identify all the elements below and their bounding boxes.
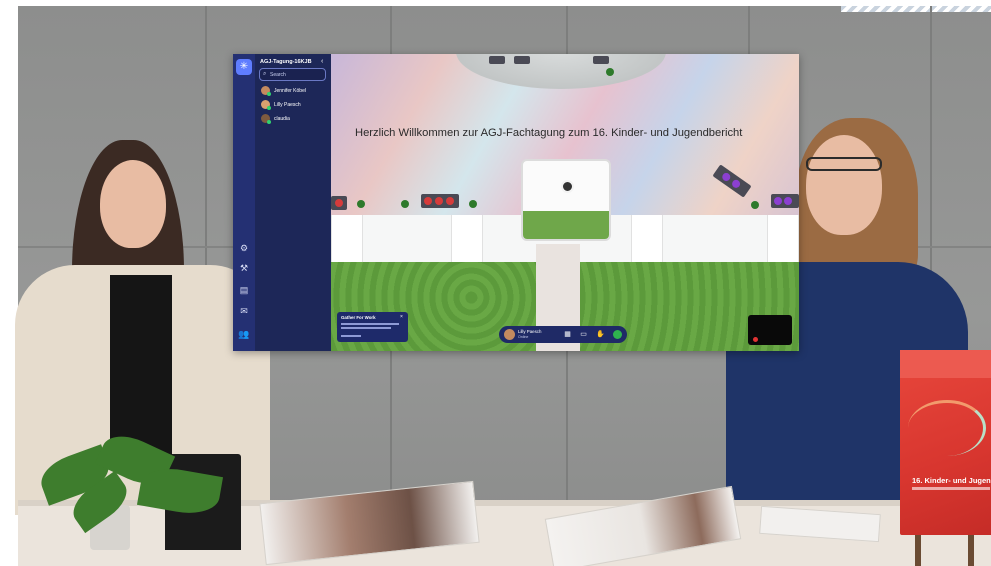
- pillar: [331, 215, 363, 262]
- seat: [446, 197, 454, 205]
- presentation-screen: ✳ ⚙ ⚒ ▤ ✉ 👥 AGJ-Tagung-16KJB ‹ ⌕ Search …: [233, 54, 799, 351]
- bench: [331, 196, 347, 210]
- presenter-left-top: [110, 275, 172, 455]
- presenter-left-face: [100, 160, 166, 248]
- pillar: [451, 215, 483, 262]
- plant: [357, 200, 365, 208]
- toast-title: Gather For Work: [341, 315, 376, 320]
- bench: [712, 164, 752, 198]
- seat: [784, 197, 792, 205]
- reception-kiosk[interactable]: [521, 159, 611, 241]
- bench: [489, 56, 505, 64]
- toast-text-line: [341, 327, 391, 329]
- corner-stripes: [841, 6, 991, 12]
- easel-leg: [968, 530, 974, 566]
- bench: [514, 56, 530, 64]
- online-status-icon: [267, 120, 271, 124]
- seat: [730, 178, 742, 190]
- seat: [335, 199, 343, 207]
- plaza: [456, 54, 666, 89]
- toast-link[interactable]: [341, 335, 361, 337]
- gather-logo-icon[interactable]: ✳: [236, 59, 252, 75]
- app-rail: ✳ ⚙ ⚒ ▤ ✉ 👥: [233, 54, 255, 351]
- kiosk-lawn: [523, 211, 609, 239]
- plant: [401, 200, 409, 208]
- participant-row[interactable]: claudia: [261, 114, 327, 124]
- book-title: 16. Kinder- und Jugen: [912, 476, 991, 485]
- online-status-icon: [267, 92, 271, 96]
- pillar: [631, 215, 663, 262]
- screen-share-icon[interactable]: ▭: [579, 330, 588, 339]
- report-book: 16. Kinder- und Jugen: [900, 350, 991, 535]
- online-status-icon: [267, 106, 271, 110]
- seat: [720, 171, 732, 183]
- build-icon[interactable]: ⚒: [238, 262, 250, 274]
- glasses: [806, 157, 882, 171]
- hand-icon[interactable]: ✋: [596, 330, 605, 339]
- welcome-message: Herzlich Willkommen zur AGJ-Fachtagung z…: [355, 127, 743, 139]
- notification-toast[interactable]: Gather For Work ×: [337, 312, 408, 342]
- bench: [421, 194, 459, 208]
- record-indicator-icon: [753, 337, 758, 342]
- virtual-space-map[interactable]: Herzlich Willkommen zur AGJ-Fachtagung z…: [331, 54, 799, 351]
- participant-name: claudia: [274, 116, 290, 122]
- room-title: AGJ-Tagung-16KJB: [260, 59, 312, 65]
- seat: [435, 197, 443, 205]
- calendar-icon[interactable]: ▤: [238, 284, 250, 296]
- dock-user-name: Lilly Paesch: [518, 329, 542, 334]
- settings-icon[interactable]: ⚙: [238, 242, 250, 254]
- search-field[interactable]: ⌕ Search: [259, 68, 326, 81]
- search-placeholder: Search: [270, 72, 286, 78]
- bench: [593, 56, 609, 64]
- seat: [774, 197, 782, 205]
- status-icon[interactable]: [613, 330, 622, 339]
- seat: [424, 197, 432, 205]
- participant-name: Lilly Paesch: [274, 102, 301, 108]
- collapse-sidebar-icon[interactable]: ‹: [321, 58, 323, 65]
- people-icon[interactable]: 👥: [238, 328, 250, 340]
- dock-user-status: Online: [518, 335, 529, 339]
- book-top-band: [900, 350, 991, 378]
- close-icon[interactable]: ×: [400, 314, 403, 320]
- participant-row[interactable]: Jennifer Köbel: [261, 86, 327, 96]
- chat-icon[interactable]: ✉: [238, 305, 250, 317]
- pillar: [767, 215, 799, 262]
- easel-leg: [915, 530, 921, 566]
- bench: [771, 194, 799, 208]
- participant-name: Jennifer Köbel: [274, 88, 306, 94]
- bottom-dock: Lilly Paesch Online ▦ ▭ ✋: [499, 326, 627, 343]
- plant: [606, 68, 614, 76]
- plant: [751, 201, 759, 209]
- participant-row[interactable]: Lilly Paesch: [261, 100, 327, 110]
- plant: [469, 200, 477, 208]
- video-preview[interactable]: [748, 315, 792, 345]
- avatar[interactable]: [561, 180, 574, 193]
- book-graphic: [908, 400, 986, 456]
- book-subtitle: [912, 487, 990, 490]
- toast-text-line: [341, 323, 399, 325]
- room-sidebar: AGJ-Tagung-16KJB ‹ ⌕ Search Jennifer Köb…: [255, 54, 331, 351]
- search-icon: ⌕: [263, 71, 267, 77]
- map-icon[interactable]: ▦: [563, 330, 572, 339]
- avatar[interactable]: [504, 329, 515, 340]
- presenter-right-face: [806, 135, 882, 235]
